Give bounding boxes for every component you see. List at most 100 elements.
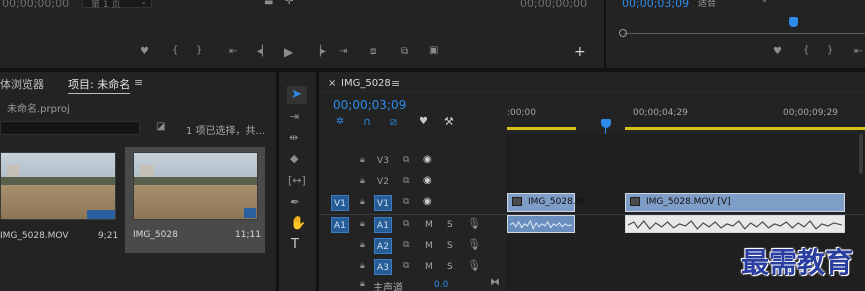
- add-marker-icon[interactable]: ♥: [419, 117, 428, 127]
- lock-icon[interactable]: 🔒︎: [360, 220, 365, 229]
- audio-clip[interactable]: [625, 215, 845, 233]
- time-ruler[interactable]: :00;00 00;00;04;29 00;00;09;29: [507, 92, 865, 134]
- track-toggle[interactable]: A3: [374, 259, 392, 275]
- program-monitor: 00;00;03;09 适合 ⌄ ♥ { } ⇤: [606, 0, 865, 68]
- go-to-in-icon[interactable]: ⇤: [854, 47, 862, 57]
- audio-clip[interactable]: [507, 215, 575, 233]
- mute-button[interactable]: M: [425, 220, 433, 230]
- program-timecode[interactable]: 00;00;03;09: [622, 0, 689, 10]
- video-clip[interactable]: IMG_5028.MOV [V]: [625, 193, 845, 212]
- microphone-icon[interactable]: 🎙︎: [467, 260, 481, 271]
- lock-icon[interactable]: 🔒︎: [360, 177, 365, 186]
- search-bin-icon[interactable]: ◪: [156, 122, 165, 132]
- solo-button[interactable]: S: [447, 241, 453, 251]
- hand-icon[interactable]: ✋: [290, 217, 306, 230]
- camera-icon[interactable]: ▣: [429, 46, 438, 56]
- source-monitor: 00;00;00;00 第 1 页 ⌄ ▬ ✛ 00;00;00;00 ♥ { …: [0, 0, 604, 68]
- wrench-icon[interactable]: ⚒: [444, 116, 454, 127]
- mark-in-icon[interactable]: {: [172, 46, 178, 56]
- track-v2: 🔒︎ V2 ⧉ ◉: [319, 172, 865, 193]
- fx-badge-icon: [512, 197, 522, 206]
- overwrite-icon[interactable]: ⧉: [401, 47, 408, 57]
- step-back-icon[interactable]: ◂▏: [257, 47, 270, 57]
- tab-project[interactable]: 项目: 未命名: [68, 76, 131, 94]
- panel-menu-icon[interactable]: ≡: [134, 76, 143, 89]
- program-scrubber[interactable]: [624, 33, 865, 34]
- solo-button[interactable]: S: [447, 262, 453, 272]
- marker-icon[interactable]: ♥: [773, 47, 782, 57]
- sync-lock-icon[interactable]: ⧉: [403, 156, 409, 165]
- panel-menu-icon[interactable]: ≡: [391, 77, 400, 90]
- linked-selection-icon[interactable]: ⧄: [390, 116, 397, 127]
- eye-icon[interactable]: ◉: [423, 176, 432, 186]
- eye-icon[interactable]: ◉: [423, 155, 432, 165]
- page-select[interactable]: 第 1 页 ⌄: [82, 0, 152, 10]
- track-toggle[interactable]: V1: [374, 195, 392, 211]
- scrubber-start-handle[interactable]: [619, 29, 627, 37]
- sync-lock-icon[interactable]: ⧉: [403, 241, 409, 250]
- page-select-label: 第 1 页: [91, 0, 121, 10]
- track-toggle[interactable]: A2: [374, 238, 392, 254]
- ruler-label: 00;00;04;29: [633, 108, 688, 118]
- insert-icon[interactable]: ⧈: [370, 47, 376, 57]
- go-to-out-icon[interactable]: ⇥: [339, 47, 347, 57]
- mute-button[interactable]: M: [425, 241, 433, 251]
- work-area-bar[interactable]: [507, 127, 576, 130]
- lock-icon[interactable]: 🔒︎: [360, 241, 365, 250]
- track-select-icon[interactable]: ⇥: [290, 111, 299, 122]
- export-frame-icon[interactable]: ▬: [264, 0, 273, 8]
- nest-icon[interactable]: ✲: [336, 117, 344, 127]
- track-toggle[interactable]: V2: [374, 174, 392, 190]
- lock-icon[interactable]: 🔒︎: [360, 156, 365, 165]
- lock-icon[interactable]: 🔒︎: [360, 280, 365, 289]
- lock-icon[interactable]: 🔒︎: [360, 198, 365, 207]
- sync-lock-icon[interactable]: ⧉: [403, 262, 409, 271]
- go-to-end-icon[interactable]: ⧓: [490, 278, 500, 288]
- sync-lock-icon[interactable]: ⧉: [403, 177, 409, 186]
- source-patch-v1[interactable]: V1: [331, 195, 349, 211]
- track-toggle[interactable]: A1: [374, 217, 392, 233]
- mark-in-icon[interactable]: {: [803, 46, 809, 56]
- mark-out-icon[interactable]: }: [196, 46, 202, 56]
- selection-tool[interactable]: ➤: [287, 86, 307, 104]
- razor-icon[interactable]: ◆: [290, 153, 298, 164]
- sequence-tab[interactable]: IMG_5028: [341, 78, 391, 89]
- eye-icon[interactable]: ◉: [423, 197, 432, 207]
- master-volume[interactable]: 0.0: [434, 280, 448, 290]
- video-thumbnail: [0, 152, 116, 220]
- waveform: [628, 220, 842, 230]
- marker-icon[interactable]: ♥: [140, 47, 149, 57]
- program-playhead[interactable]: [789, 17, 798, 27]
- mark-out-icon[interactable]: }: [827, 46, 833, 56]
- tab-media-browser[interactable]: 体浏览器: [0, 76, 44, 92]
- project-item-selected[interactable]: IMG_5028 11;11: [125, 147, 265, 253]
- microphone-icon[interactable]: 🎙︎: [467, 239, 481, 250]
- lock-icon[interactable]: 🔒︎: [360, 262, 365, 271]
- project-item[interactable]: IMG_5028.MOV 9;21: [0, 147, 124, 255]
- go-to-in-icon[interactable]: ⇤: [229, 47, 237, 57]
- settings-crosshair-icon[interactable]: ✛: [285, 0, 293, 7]
- play-icon[interactable]: ▶: [284, 46, 293, 58]
- slip-tool-icon[interactable]: [↔]: [288, 175, 306, 186]
- track-toggle[interactable]: V3: [374, 153, 392, 169]
- source-timecode-left[interactable]: 00;00;00;00: [2, 0, 69, 10]
- video-clip[interactable]: IMG_5028.M: [507, 193, 583, 212]
- sync-lock-icon[interactable]: ⧉: [403, 198, 409, 207]
- ripple-edit-icon[interactable]: ⇹: [289, 132, 298, 143]
- close-icon[interactable]: ×: [328, 78, 336, 89]
- step-forward-icon[interactable]: ▕▸: [313, 47, 326, 57]
- snap-magnet-icon[interactable]: ∩: [363, 116, 371, 127]
- sync-lock-icon[interactable]: ⧉: [403, 220, 409, 229]
- solo-button[interactable]: S: [447, 220, 453, 230]
- work-area-bar[interactable]: [625, 127, 865, 130]
- mute-button[interactable]: M: [425, 262, 433, 272]
- source-patch-a1[interactable]: A1: [331, 217, 349, 233]
- pen-icon[interactable]: ✒: [290, 196, 300, 208]
- search-input[interactable]: [0, 121, 140, 135]
- timeline-timecode[interactable]: 00;00;03;09: [333, 98, 406, 112]
- microphone-icon[interactable]: 🎙︎: [467, 218, 481, 229]
- vertical-scrollbar[interactable]: [859, 134, 863, 174]
- add-button-icon[interactable]: +: [574, 45, 586, 59]
- zoom-select[interactable]: 适合 ⌄: [694, 0, 770, 9]
- type-tool-icon[interactable]: T: [291, 238, 299, 251]
